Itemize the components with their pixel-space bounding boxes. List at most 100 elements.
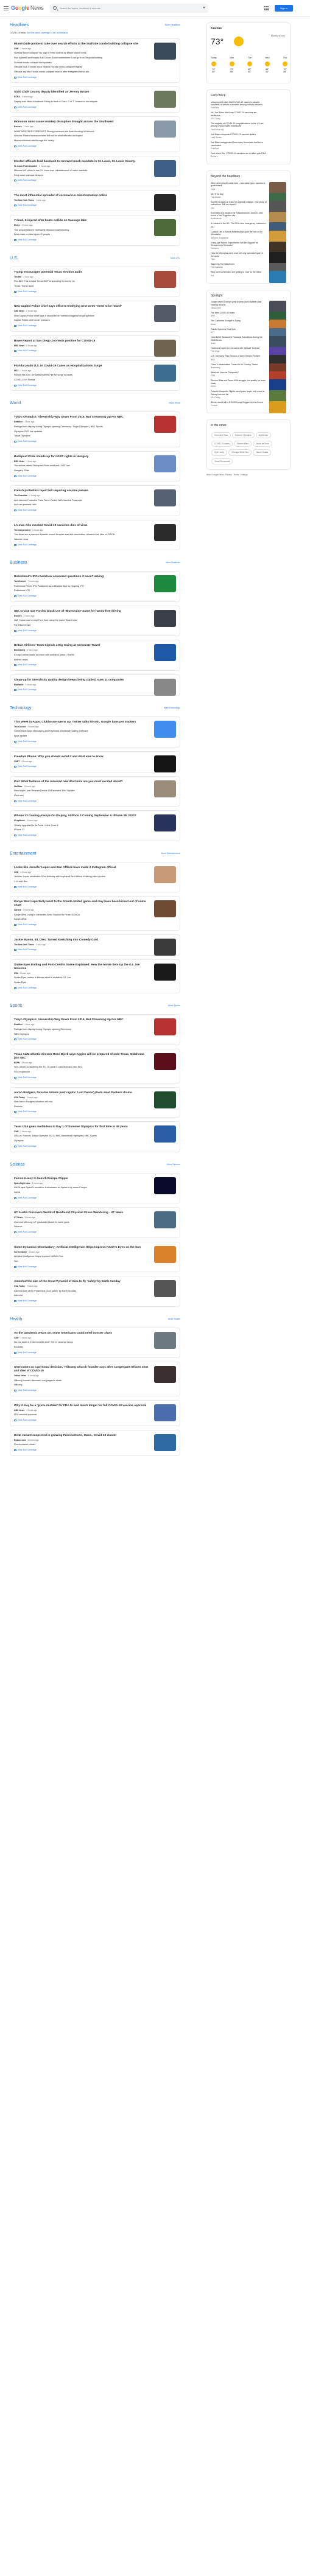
full-coverage-link[interactable]: View Full Coverage <box>14 1351 176 1354</box>
story-source[interactable]: TechCrunch <box>14 726 26 728</box>
related-story[interactable]: NASA taps SpaceX rocket for first missio… <box>14 1186 148 1189</box>
more-world-link[interactable]: More World <box>169 402 180 405</box>
full-coverage-link[interactable]: View Full Coverage <box>14 384 176 387</box>
search-bar[interactable] <box>50 4 208 13</box>
panel-item-title[interactable]: Unsupported claim that COVID-19 vaccines… <box>211 101 262 106</box>
story-headline[interactable]: New Capitol Police chief says officers t… <box>14 305 148 309</box>
full-coverage-label[interactable]: View Full Coverage <box>18 349 37 352</box>
story-source[interactable]: The New York Times <box>14 199 34 201</box>
panel-item-thumbnail[interactable] <box>269 271 286 284</box>
section-title-technology[interactable]: Technology <box>10 705 180 711</box>
story-thumbnail[interactable] <box>154 938 176 956</box>
story-thumbnail[interactable] <box>154 1091 176 1108</box>
story-source[interactable]: SciTechDaily <box>14 1251 27 1253</box>
full-coverage-label[interactable]: View Full Coverage <box>18 740 37 743</box>
story-headline[interactable]: Kanye West reportedly went to the Atlant… <box>14 900 148 908</box>
related-story[interactable]: Robinhood IPO <box>14 589 148 592</box>
panel-item[interactable]: Great Ape Hybrid Experiments Will Be Sto… <box>211 241 286 254</box>
related-story[interactable]: New Apple Leak Reveals Device Of Expecte… <box>14 789 148 793</box>
story-headline[interactable]: Delta variant suspected in growing Provi… <box>14 1434 148 1438</box>
story-thumbnail[interactable] <box>154 1177 176 1194</box>
footer-links[interactable]: About Google News · Privacy · Terms · Se… <box>206 474 291 476</box>
full-coverage-link[interactable]: View Full Coverage <box>14 145 176 148</box>
forecast-day[interactable]: Thu 70° 58° <box>282 57 287 74</box>
topic-chip[interactable]: COVID-19 cases <box>211 441 233 447</box>
story-source[interactable]: Deadline <box>14 1023 23 1026</box>
related-story[interactable]: Universe Mercury: UT graduated student's… <box>14 1221 148 1224</box>
full-coverage-label[interactable]: View Full Coverage <box>18 76 37 79</box>
story-thumbnail[interactable] <box>154 575 176 593</box>
full-coverage-link[interactable]: View Full Coverage <box>14 595 176 598</box>
panel-item-title[interactable]: Bitcoin could fall to $10,000 says Gugge… <box>211 401 263 404</box>
panel-item[interactable]: Ms. Tree Day The Atlantic <box>211 192 286 205</box>
story-headline[interactable]: Amenhut the size of the Great Pyramid of… <box>14 1280 148 1284</box>
full-coverage-label[interactable]: View Full Coverage <box>18 1389 37 1391</box>
story-source[interactable]: CNN <box>14 1130 18 1133</box>
chevron-down-icon[interactable] <box>203 7 205 9</box>
story-headline[interactable]: Budapest Pride stands up for LGBT rights… <box>14 455 148 459</box>
panel-item[interactable]: What are Vaccine Passports? CNN <box>211 371 286 383</box>
full-coverage-label[interactable]: View Full Coverage <box>18 1419 37 1421</box>
panel-item[interactable]: Watching The Watchmen The Guardian <box>211 263 286 275</box>
related-story[interactable]: Officials say last Florida condo collaps… <box>14 71 148 74</box>
story-thumbnail[interactable] <box>154 416 176 433</box>
story-source[interactable]: Reuters <box>14 615 22 617</box>
full-coverage-label[interactable]: View Full Coverage <box>18 1197 37 1199</box>
related-story[interactable]: Robinhood Prices IPO Positioned as a Dis… <box>14 585 148 588</box>
related-story[interactable]: Packers <box>14 1105 148 1108</box>
story-source[interactable]: St. Louis Post-Dispatch <box>14 165 37 167</box>
related-story[interactable]: Kanye West Living in Mercedes-Benz Stadi… <box>14 914 148 917</box>
story-source[interactable]: Deadline <box>14 421 23 423</box>
related-story[interactable]: WHAT WEATHER FORECAST: Strong monsoon an… <box>14 130 148 133</box>
story-source[interactable]: UT News <box>14 1216 23 1219</box>
related-story[interactable]: Thousands attend Budapest Pride amid ant… <box>14 464 148 467</box>
panel-item-title[interactable]: How Buffet Reassured Financial Executive… <box>211 336 262 341</box>
story-thumbnail[interactable] <box>154 159 176 177</box>
forecast-day[interactable]: Today 74° 58° <box>211 57 217 74</box>
topic-chip[interactable]: Jeff Bezos <box>255 432 271 439</box>
related-story[interactable]: Capitol Police chief under pressure <box>14 319 148 322</box>
full-coverage-link[interactable]: View Full Coverage <box>14 800 176 803</box>
story-thumbnail[interactable] <box>154 609 176 627</box>
related-story[interactable]: Two people killed in Northwest Missouri … <box>14 229 148 232</box>
panel-item[interactable]: Judges reject Trump's plea to keep Ashli… <box>211 301 286 313</box>
story-headline[interactable]: Freedom Phone: Why you should avoid it a… <box>14 755 148 759</box>
related-story[interactable]: Snake Eyes <box>14 981 148 984</box>
story-thumbnail[interactable] <box>154 644 176 662</box>
related-story[interactable]: How Aaron Rodgers situation will end <box>14 1101 148 1104</box>
related-story[interactable]: Olympics 2021 live updates <box>14 430 148 433</box>
full-coverage-link[interactable]: View Full Coverage <box>14 440 176 443</box>
related-story[interactable]: Science <box>14 1225 148 1228</box>
related-story[interactable]: SEC expansion <box>14 1071 148 1074</box>
story-headline[interactable]: Robinhood's IPO roadshow answered questi… <box>14 575 148 579</box>
related-story[interactable]: A major airline wants to return with wel… <box>14 654 148 657</box>
story-headline[interactable]: Jackie Mason, 93, Dies; Turned Kvetching… <box>14 939 148 942</box>
panel-item-title[interactable]: Ms. Tree Day <box>211 193 224 195</box>
panel-item[interactable]: U.S. Germany Plan Rescue of Nord Stream … <box>211 355 286 368</box>
panel-item[interactable]: Plastic Spinners That Spin NYT <box>211 327 286 340</box>
story-source[interactable]: TechCrunch <box>14 580 26 583</box>
story-source[interactable]: The Hill <box>14 276 21 278</box>
related-story[interactable]: New Capitol Police chief says it should … <box>14 315 148 318</box>
panel-item-title[interactable]: Coastal Life: a Bolivia Kalimenolisa qui… <box>211 231 262 236</box>
related-story[interactable]: COVID-19 in Florida <box>14 379 148 382</box>
more-sports-link[interactable]: More Sports <box>168 1004 180 1007</box>
story-source[interactable]: Reuters <box>14 125 22 128</box>
panel-item-title[interactable]: China's Urbanization Comes to Its Countr… <box>211 363 258 366</box>
panel-item-title[interactable]: The majority of COVID-19 hospitalization… <box>211 122 264 127</box>
weather-card[interactable]: Kaunas 73° Mostly sunny Today 74° 58° Mon 73… <box>206 23 291 83</box>
related-story[interactable]: Hungary: Pride <box>14 469 148 472</box>
section-title-headlines[interactable]: Headlines <box>10 23 180 28</box>
full-coverage-link[interactable]: View Full Coverage <box>14 834 176 837</box>
related-story[interactable]: Fwd Address and empty Sun Ocean Room som… <box>14 57 148 60</box>
related-story[interactable]: iPad mini <box>14 794 148 797</box>
story-headline[interactable]: Tokyo Olympics: Viewership Way Down From… <box>14 416 148 419</box>
story-source[interactable]: ABC News <box>14 1409 24 1412</box>
search-icon[interactable] <box>53 6 57 10</box>
story-headline[interactable]: Aaron Rodgers, Davante Adams post crypti… <box>14 1091 148 1095</box>
story-source[interactable]: Boston.com <box>14 1439 26 1441</box>
story-thumbnail[interactable] <box>154 1331 176 1349</box>
story-headline[interactable]: Some Dynamics Observatory: Artificial In… <box>14 1246 148 1250</box>
story-thumbnail[interactable] <box>154 1211 176 1229</box>
related-story[interactable]: FDA vaccine approval <box>14 1413 148 1416</box>
